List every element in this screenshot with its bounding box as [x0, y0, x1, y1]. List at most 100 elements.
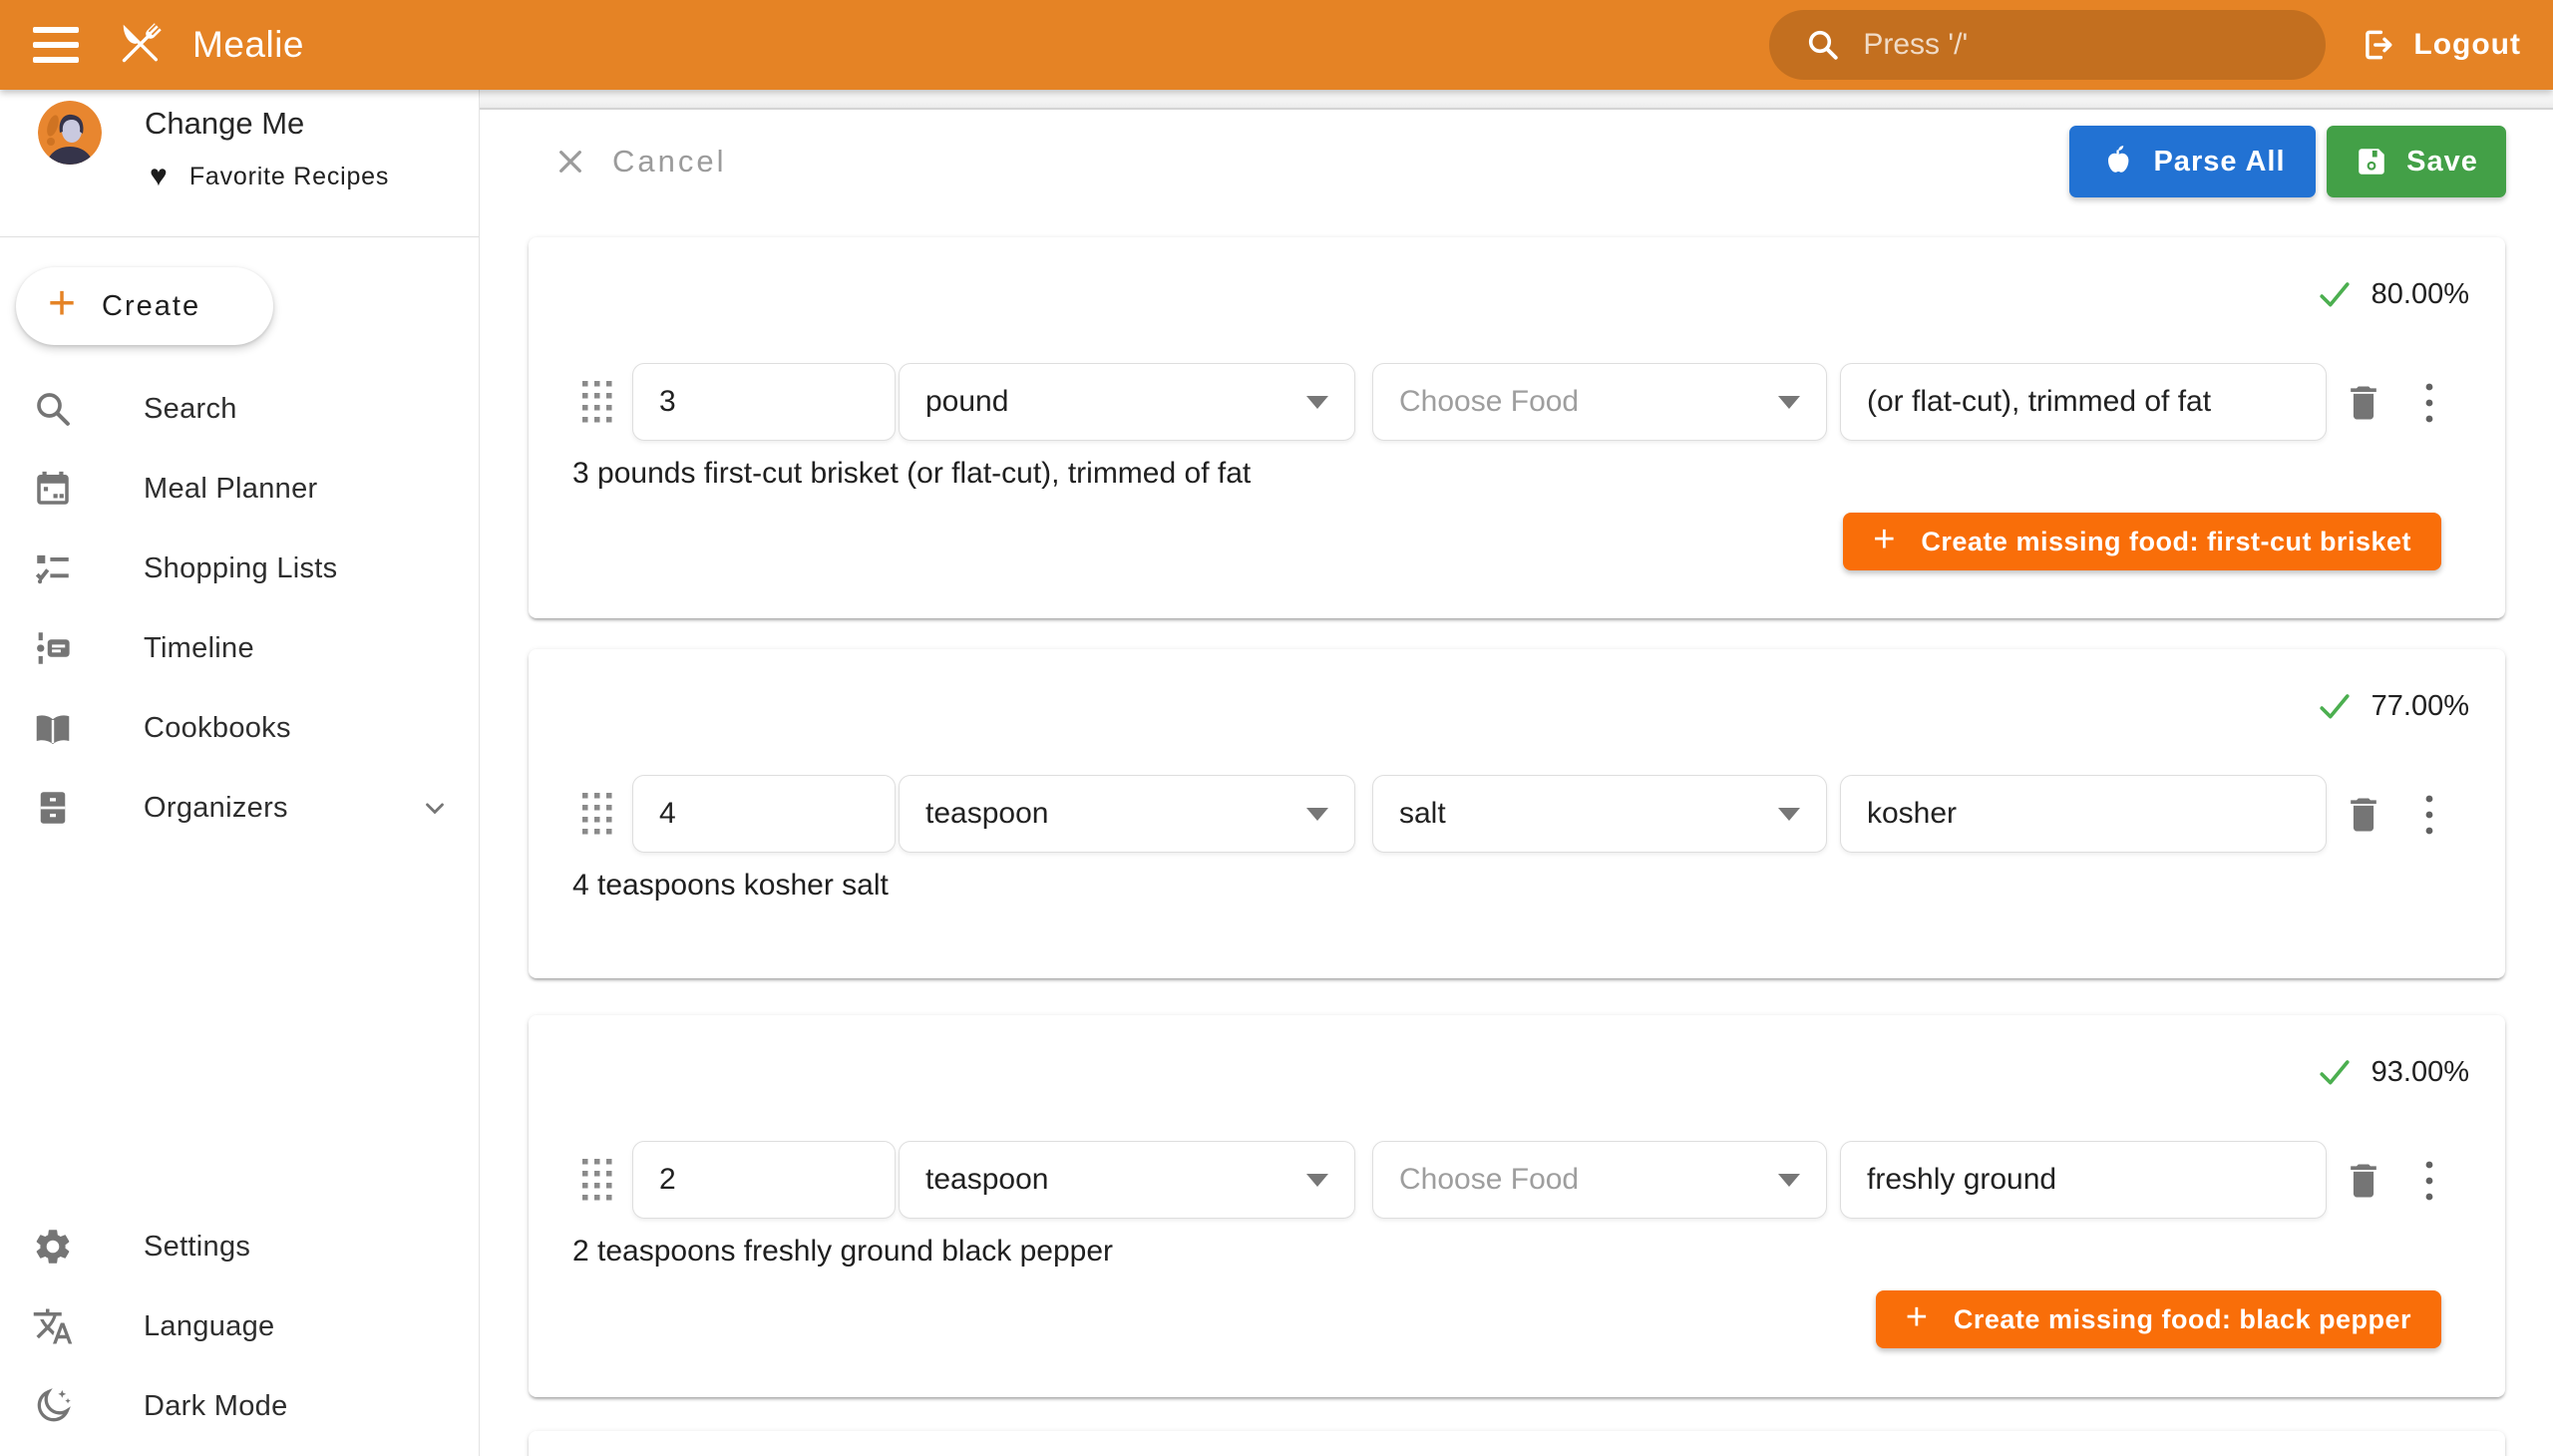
- search-placeholder: Press '/': [1863, 28, 1968, 62]
- sidebar-item-language[interactable]: Language: [0, 1286, 480, 1366]
- ingredient-card: 80.00% pound: [529, 237, 2505, 618]
- parse-all-label: Parse All: [2153, 146, 2285, 179]
- app-title: Mealie: [192, 24, 304, 66]
- mealie-app: Mealie Press '/' Logout: [0, 0, 2553, 1456]
- sidebar-item-settings[interactable]: Settings: [0, 1207, 480, 1286]
- sidebar: Change Me ♥ Favorite Recipes + Create Se…: [0, 90, 480, 1456]
- scroll-divider: [480, 90, 2553, 110]
- heart-icon: ♥: [150, 162, 168, 191]
- note-input[interactable]: [1840, 775, 2327, 853]
- plus-icon: +: [1906, 1298, 1928, 1336]
- sidebar-item-organizers[interactable]: Organizers: [0, 768, 480, 848]
- confidence-indicator: 93.00%: [2316, 1055, 2469, 1089]
- kebab-menu-icon[interactable]: [2415, 379, 2443, 427]
- sidebar-item-shopping-lists[interactable]: Shopping Lists: [0, 529, 480, 608]
- menu-icon[interactable]: [33, 27, 79, 63]
- timeline-icon: [32, 627, 74, 669]
- check-icon: [2316, 1055, 2354, 1089]
- dropdown-arrow-icon: [1306, 808, 1328, 821]
- search-icon: [32, 388, 74, 430]
- quantity-input[interactable]: [632, 775, 896, 853]
- close-icon: [554, 146, 586, 178]
- create-missing-food-button[interactable]: + Create missing food: first-cut brisket: [1843, 513, 2441, 570]
- create-button[interactable]: + Create: [16, 267, 273, 345]
- confidence-value: 80.00%: [2371, 278, 2469, 311]
- calendar-icon: [32, 468, 74, 510]
- dropdown-arrow-icon: [1778, 808, 1800, 821]
- note-input[interactable]: [1840, 1141, 2327, 1219]
- sidebar-footer-nav: Settings Language Dark Mode: [0, 1207, 480, 1446]
- save-icon: [2355, 145, 2388, 179]
- cancel-label: Cancel: [612, 144, 727, 180]
- user-name: Change Me: [145, 106, 304, 142]
- favorite-recipes-label: Favorite Recipes: [189, 163, 389, 191]
- quantity-input[interactable]: [632, 363, 896, 441]
- kebab-menu-icon[interactable]: [2415, 791, 2443, 839]
- sidebar-item-cookbooks[interactable]: Cookbooks: [0, 688, 480, 768]
- sidebar-nav: Search Meal Planner S: [0, 369, 480, 848]
- drag-handle-icon[interactable]: [580, 1157, 614, 1205]
- unit-select[interactable]: teaspoon: [899, 775, 1355, 853]
- logout-button[interactable]: Logout: [2360, 26, 2521, 64]
- dropdown-arrow-icon: [1778, 396, 1800, 409]
- parse-all-button[interactable]: Parse All: [2069, 126, 2316, 197]
- original-ingredient-text: 2 teaspoons freshly ground black pepper: [572, 1235, 1113, 1269]
- chevron-down-icon: [420, 793, 450, 823]
- save-label: Save: [2406, 146, 2478, 179]
- trash-icon[interactable]: [2342, 791, 2385, 839]
- search-icon: [1805, 27, 1841, 63]
- sidebar-item-meal-planner[interactable]: Meal Planner: [0, 449, 480, 529]
- save-button[interactable]: Save: [2327, 126, 2506, 197]
- kebab-menu-icon[interactable]: [2415, 1157, 2443, 1205]
- cancel-button[interactable]: Cancel: [554, 126, 727, 197]
- apple-icon: [2099, 144, 2135, 180]
- user-block[interactable]: Change Me ♥ Favorite Recipes: [0, 90, 479, 237]
- create-missing-food-button[interactable]: + Create missing food: black pepper: [1876, 1290, 2441, 1348]
- logout-label: Logout: [2413, 28, 2521, 62]
- ingredient-card: 77.00% teaspoon: [529, 649, 2505, 978]
- search-input[interactable]: Press '/': [1769, 10, 2326, 80]
- confidence-value: 93.00%: [2371, 1056, 2469, 1089]
- drag-handle-icon[interactable]: [580, 379, 614, 427]
- sidebar-item-timeline[interactable]: Timeline: [0, 608, 480, 688]
- food-select[interactable]: Choose Food: [1372, 1141, 1827, 1219]
- dropdown-arrow-icon: [1306, 1174, 1328, 1187]
- confidence-indicator: 80.00%: [2316, 277, 2469, 311]
- check-icon: [2316, 277, 2354, 311]
- main-content: Cancel Parse All Save: [480, 90, 2553, 1456]
- avatar: [38, 101, 102, 165]
- gear-icon: [32, 1226, 74, 1268]
- food-select[interactable]: salt: [1372, 775, 1827, 853]
- food-select[interactable]: Choose Food: [1372, 363, 1827, 441]
- dropdown-arrow-icon: [1778, 1174, 1800, 1187]
- quantity-input[interactable]: [632, 1141, 896, 1219]
- plus-icon: +: [48, 280, 76, 328]
- book-icon: [32, 707, 74, 749]
- original-ingredient-text: 3 pounds first-cut brisket (or flat-cut)…: [572, 457, 1251, 491]
- moon-icon: [32, 1385, 74, 1427]
- unit-select[interactable]: teaspoon: [899, 1141, 1355, 1219]
- drag-handle-icon[interactable]: [580, 791, 614, 839]
- check-icon: [2316, 689, 2354, 723]
- checklist-icon: [32, 547, 74, 589]
- editor-toolbar: Cancel Parse All Save: [480, 126, 2553, 197]
- sidebar-item-dark-mode[interactable]: Dark Mode: [0, 1366, 480, 1446]
- ingredient-card: 93.00% teaspoon: [529, 1015, 2505, 1397]
- mealie-logo-icon: [109, 14, 171, 76]
- trash-icon[interactable]: [2342, 1157, 2385, 1205]
- dropdown-arrow-icon: [1306, 396, 1328, 409]
- note-input[interactable]: [1840, 363, 2327, 441]
- logout-icon: [2360, 26, 2397, 64]
- unit-select[interactable]: pound: [899, 363, 1355, 441]
- plus-icon: +: [1873, 521, 1895, 558]
- app-header: Mealie Press '/' Logout: [0, 0, 2553, 90]
- sidebar-item-search[interactable]: Search: [0, 369, 480, 449]
- ingredient-card-partial: [529, 1431, 2505, 1456]
- confidence-indicator: 77.00%: [2316, 689, 2469, 723]
- favorite-recipes-link[interactable]: ♥ Favorite Recipes: [150, 162, 389, 191]
- confidence-value: 77.00%: [2371, 690, 2469, 723]
- cabinet-icon: [32, 787, 74, 829]
- trash-icon[interactable]: [2342, 379, 2385, 427]
- original-ingredient-text: 4 teaspoons kosher salt: [572, 869, 889, 903]
- translate-icon: [32, 1305, 74, 1347]
